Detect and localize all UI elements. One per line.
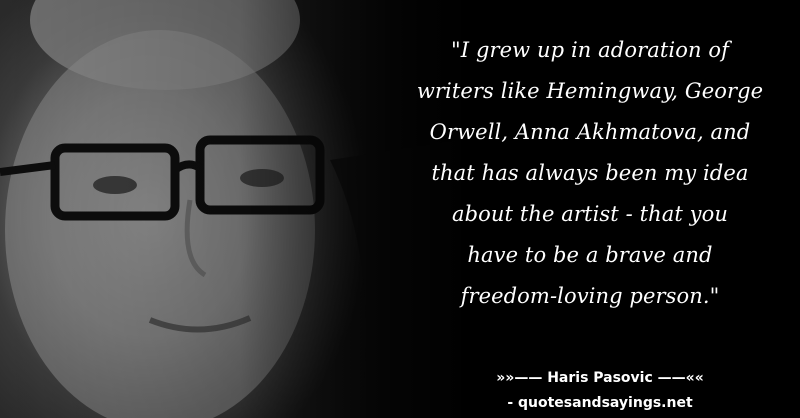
quote-line: Orwell, Anna Akhmatova, and: [429, 120, 751, 144]
quote-line: have to be a brave and: [467, 243, 713, 267]
quote-text: "I grew up in adoration of writers like …: [400, 30, 780, 317]
quote-card: "I grew up in adoration of writers like …: [0, 0, 800, 418]
quote-line: freedom-loving person.": [460, 284, 720, 308]
quote-line: about the artist - that you: [451, 202, 729, 226]
quote-author: »»—— Haris Pasovic ——««: [496, 370, 704, 386]
quote-line: writers like Hemingway, George: [416, 79, 764, 103]
quote-line: that has always been my idea: [431, 161, 749, 185]
quote-line: "I grew up in adoration of: [451, 38, 729, 62]
source-credit: - quotesandsayings.net: [507, 395, 693, 411]
